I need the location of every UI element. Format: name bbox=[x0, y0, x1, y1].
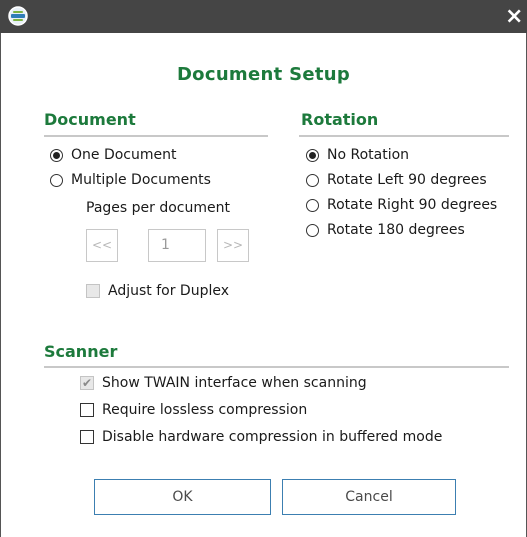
rotation-section-title: Rotation bbox=[301, 110, 379, 129]
document-section-title: Document bbox=[44, 110, 136, 129]
checkbox-indicator[interactable] bbox=[80, 403, 94, 417]
cancel-button[interactable]: Cancel bbox=[282, 479, 456, 515]
radio-indicator[interactable] bbox=[306, 173, 319, 187]
radio-rotate-180[interactable]: Rotate 180 degrees bbox=[306, 222, 465, 238]
app-logo-icon bbox=[8, 6, 28, 26]
radio-indicator[interactable] bbox=[50, 148, 63, 162]
scanner-section-title: Scanner bbox=[44, 342, 118, 361]
checkbox-require-lossless-compression[interactable]: Require lossless compression bbox=[80, 402, 307, 418]
title-bar: × bbox=[0, 0, 527, 33]
radio-indicator[interactable] bbox=[50, 173, 63, 187]
document-section-divider bbox=[44, 135, 268, 137]
radio-label: Multiple Documents bbox=[71, 172, 211, 188]
checkbox-indicator[interactable]: ✔ bbox=[80, 376, 94, 390]
radio-label: Rotate 180 degrees bbox=[327, 222, 465, 238]
checkbox-indicator[interactable] bbox=[80, 430, 94, 444]
radio-one-document[interactable]: One Document bbox=[50, 147, 177, 163]
checkbox-disable-hardware-compression[interactable]: Disable hardware compression in buffered… bbox=[80, 429, 442, 445]
next-page-button[interactable]: >> bbox=[217, 229, 249, 262]
checkmark-icon: ✔ bbox=[81, 376, 93, 390]
checkbox-label: Adjust for Duplex bbox=[108, 283, 229, 299]
radio-multiple-documents[interactable]: Multiple Documents bbox=[50, 172, 211, 188]
close-button[interactable]: × bbox=[505, 4, 527, 30]
rotation-section-divider bbox=[299, 135, 509, 137]
radio-indicator[interactable] bbox=[306, 198, 319, 212]
previous-page-button[interactable]: << bbox=[86, 229, 118, 262]
radio-label: Rotate Left 90 degrees bbox=[327, 172, 487, 188]
scanner-section-divider bbox=[44, 366, 509, 368]
window-border-left bbox=[0, 33, 1, 537]
dialog-title: Document Setup bbox=[176, 64, 351, 85]
radio-rotate-left-90[interactable]: Rotate Left 90 degrees bbox=[306, 172, 487, 188]
radio-indicator[interactable] bbox=[306, 223, 319, 237]
radio-no-rotation[interactable]: No Rotation bbox=[306, 147, 409, 163]
checkbox-label: Disable hardware compression in buffered… bbox=[102, 429, 443, 445]
radio-label: No Rotation bbox=[327, 147, 410, 163]
checkbox-label: Show TWAIN interface when scanning bbox=[102, 375, 367, 391]
radio-rotate-right-90[interactable]: Rotate Right 90 degrees bbox=[306, 197, 497, 213]
ok-button[interactable]: OK bbox=[94, 479, 271, 515]
radio-label: One Document bbox=[71, 147, 177, 163]
checkbox-indicator[interactable] bbox=[86, 284, 100, 298]
radio-indicator[interactable] bbox=[306, 148, 319, 162]
radio-label: Rotate Right 90 degrees bbox=[327, 197, 498, 213]
close-icon: × bbox=[505, 4, 524, 29]
checkbox-show-twain-interface[interactable]: ✔ Show TWAIN interface when scanning bbox=[80, 375, 367, 391]
checkbox-adjust-for-duplex[interactable]: Adjust for Duplex bbox=[86, 283, 229, 299]
pages-per-document-label: Pages per document bbox=[86, 200, 230, 216]
checkbox-label: Require lossless compression bbox=[102, 402, 308, 418]
pages-per-document-input[interactable]: 1 bbox=[148, 229, 206, 262]
